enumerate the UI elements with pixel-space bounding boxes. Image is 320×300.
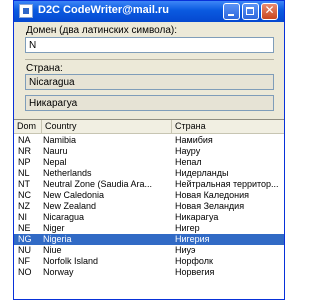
cell-strana: Ниуэ xyxy=(175,245,196,255)
cell-country: Nauru xyxy=(43,146,68,156)
minimize-button[interactable] xyxy=(223,3,240,20)
list-item[interactable]: NI Nicaragua Никарагуа xyxy=(14,212,284,223)
list-item[interactable]: NC New Caledonia Новая Каледония xyxy=(14,190,284,201)
country-en-field[interactable]: Nicaragua xyxy=(25,74,274,90)
cell-dom: NL xyxy=(18,168,30,178)
list-item[interactable]: NG Nigeria Нигерия xyxy=(14,234,284,245)
cell-strana: Норфолк xyxy=(175,256,213,266)
cell-strana: Непал xyxy=(175,157,202,167)
title-bar[interactable]: D2C CodeWriter@mail.ru ✕ xyxy=(14,1,284,22)
cell-strana: Нидерланды xyxy=(175,168,229,178)
cell-country: New Caledonia xyxy=(43,190,105,200)
cell-dom: NC xyxy=(18,190,31,200)
cell-dom: NR xyxy=(18,146,31,156)
cell-dom: NT xyxy=(18,179,30,189)
list-header: Dom Country Страна xyxy=(14,120,284,134)
list-item[interactable]: NO Norway Норвегия xyxy=(14,267,284,278)
cell-strana: Новая Зеландия xyxy=(175,201,245,211)
cell-dom: NO xyxy=(18,267,32,277)
column-header-dom[interactable]: Dom xyxy=(14,120,42,133)
list-item[interactable]: NU Niue Ниуэ xyxy=(14,245,284,256)
cell-country: Nigeria xyxy=(43,234,72,244)
country-ru-field[interactable]: Никарагуа xyxy=(25,95,274,111)
cell-country: Netherlands xyxy=(43,168,92,178)
app-icon xyxy=(19,4,33,18)
cell-country: Namibia xyxy=(43,135,77,145)
list-item[interactable]: NZ New Zealand Новая Зеландия xyxy=(14,201,284,212)
cell-strana: Новая Каледония xyxy=(175,190,249,200)
app-window: D2C CodeWriter@mail.ru ✕ Домен (два лати… xyxy=(13,0,285,300)
column-header-strana[interactable]: Страна xyxy=(172,120,284,133)
cell-dom: NZ xyxy=(18,201,30,211)
cell-dom: NI xyxy=(18,212,27,222)
domain-label: Домен (два латинских символа): xyxy=(26,25,178,36)
list-item[interactable]: NT Neutral Zone (Saudia Ara... Нейтральная… xyxy=(14,179,284,190)
list-item[interactable]: NE Niger Нигер xyxy=(14,223,284,234)
cell-dom: NE xyxy=(18,223,31,233)
cell-country: Nicaragua xyxy=(43,212,85,222)
close-icon: ✕ xyxy=(264,3,275,17)
cell-strana: Науру xyxy=(175,146,201,156)
list-item[interactable]: NR Nauru Науру xyxy=(14,146,284,157)
separator xyxy=(25,59,274,60)
cell-country: Nepal xyxy=(43,157,67,167)
list-item[interactable]: NP Nepal Непал xyxy=(14,157,284,168)
column-header-country[interactable]: Country xyxy=(42,120,172,133)
cell-dom: NA xyxy=(18,135,31,145)
cell-strana: Норвегия xyxy=(175,267,215,277)
cell-country: Neutral Zone (Saudia Ara... xyxy=(43,179,153,189)
cell-dom: NG xyxy=(18,234,32,244)
cell-dom: NP xyxy=(18,157,31,167)
country-list[interactable]: Dom Country Страна NA Namibia Намибия NR Nau… xyxy=(14,119,284,299)
cell-dom: NF xyxy=(18,256,30,266)
list-item[interactable]: NL Netherlands Нидерланды xyxy=(14,168,284,179)
cell-country: Norfolk Island xyxy=(43,256,99,266)
cell-country: New Zealand xyxy=(43,201,97,211)
cell-strana: Нейтральная территор... xyxy=(175,179,279,189)
cell-strana: Нигерия xyxy=(175,234,210,244)
cell-strana: Намибия xyxy=(175,135,213,145)
country-label: Страна: xyxy=(26,63,63,74)
cell-country: Niger xyxy=(43,223,65,233)
cell-country: Niue xyxy=(43,245,62,255)
cell-strana: Нигер xyxy=(175,223,200,233)
list-item[interactable]: NA Namibia Намибия xyxy=(14,135,284,146)
window-title: D2C CodeWriter@mail.ru xyxy=(38,4,169,16)
list-item[interactable]: NF Norfolk Island Норфолк xyxy=(14,256,284,267)
cell-country: Norway xyxy=(43,267,74,277)
domain-input[interactable]: N xyxy=(25,37,274,53)
close-button[interactable]: ✕ xyxy=(261,3,278,20)
cell-dom: NU xyxy=(18,245,31,255)
cell-strana: Никарагуа xyxy=(175,212,219,222)
maximize-button[interactable] xyxy=(242,3,259,20)
